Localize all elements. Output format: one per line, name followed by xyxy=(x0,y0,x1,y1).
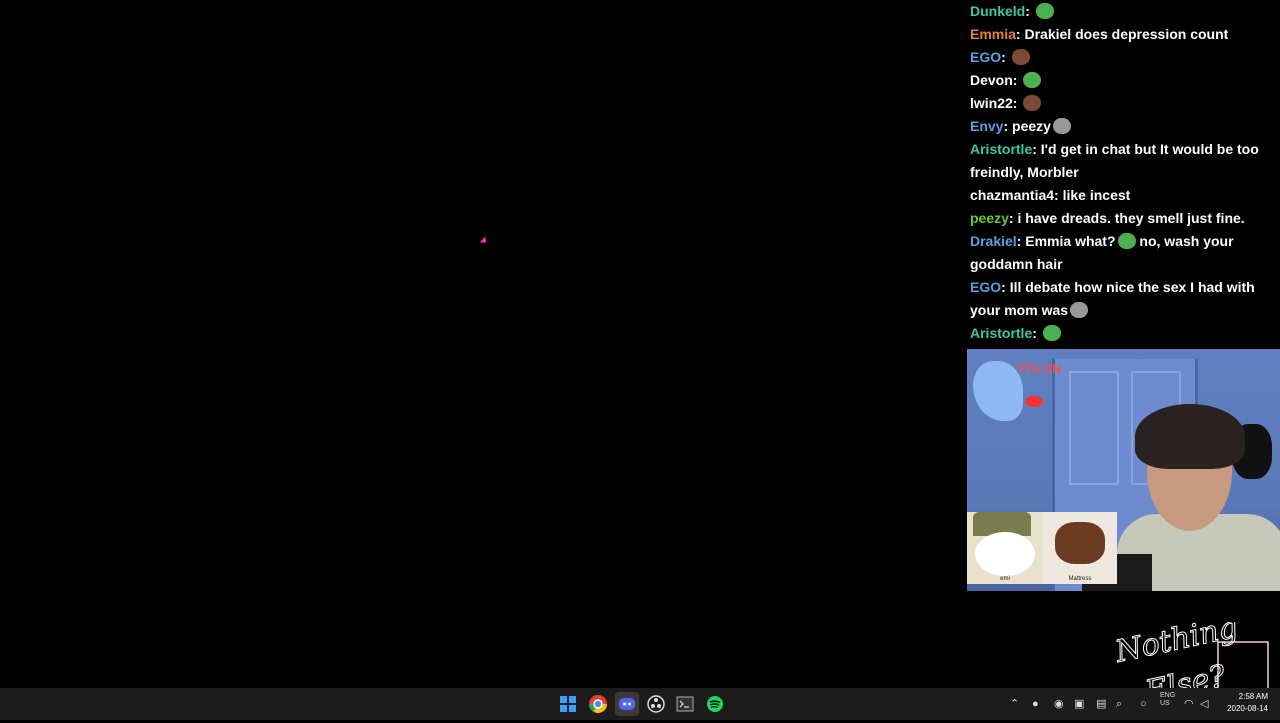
discord-icon[interactable] xyxy=(615,692,639,716)
face-emote-icon xyxy=(1011,49,1030,65)
chat-text: i have dreads. they smell just fine. xyxy=(1017,210,1245,226)
chat-message: Envy: peezy xyxy=(966,115,1280,138)
streamer-hair xyxy=(1135,404,1245,469)
region-code: US xyxy=(1160,700,1170,707)
chat-text: Drakiel does depression count xyxy=(1024,26,1229,42)
chat-text: peezy xyxy=(1012,118,1051,134)
chat-username[interactable]: Aristortle xyxy=(970,325,1032,341)
clock-time: 2:58 AM xyxy=(1238,692,1268,701)
chat-message: Dunkeld: xyxy=(966,0,1280,23)
windows-start-icon[interactable] xyxy=(556,692,580,716)
chat-username[interactable]: Devon xyxy=(970,72,1013,88)
chat-text: like incest xyxy=(1062,187,1131,203)
pepe-emote-icon xyxy=(1035,3,1054,19)
avatar-label: emi xyxy=(1000,576,1010,582)
chat-username[interactable]: Envy xyxy=(970,118,1003,134)
chat-message: Emmia: Drakiel does depression count xyxy=(970,26,1229,42)
chat-message: Aristortle: xyxy=(966,322,1280,345)
tts-blob xyxy=(973,361,1023,421)
chat-username[interactable]: Emmia xyxy=(970,26,1016,42)
system-clock[interactable]: 2:58 AM 2020-08-14 xyxy=(1227,691,1268,715)
webcam-feed: TTS ON emi Mattress xyxy=(967,349,1280,591)
avatar-emi: emi xyxy=(967,512,1043,584)
spotify-icon[interactable] xyxy=(703,692,727,716)
chat-message: EGO: Ill debate how nice the sex I had w… xyxy=(970,279,1255,318)
chat-message: peezy: i have dreads. they smell just fi… xyxy=(970,210,1245,226)
volume-icon[interactable]: ◁ xyxy=(1200,696,1208,712)
tts-label: TTS ON xyxy=(1017,362,1061,376)
avatar-label: Mattress xyxy=(1068,576,1092,582)
chat-username[interactable]: lwin22 xyxy=(970,95,1013,111)
avatar-mattress: Mattress xyxy=(1043,512,1117,584)
chat-text: Emmia what? xyxy=(1025,233,1116,249)
pepe-emote-icon xyxy=(1042,325,1061,341)
chat-username[interactable]: EGO xyxy=(970,49,1001,65)
gun-emote-icon xyxy=(1052,118,1071,134)
language-code: ENG xyxy=(1160,692,1176,699)
chat-username[interactable]: EGO xyxy=(970,279,1001,295)
language-indicator[interactable]: ENG US xyxy=(1160,692,1175,708)
chat-username[interactable]: Drakiel xyxy=(970,233,1017,249)
chat-username[interactable]: chazmantia4 xyxy=(970,187,1054,203)
chat-message: lwin22: xyxy=(966,92,1280,115)
chat-username[interactable]: Aristortle xyxy=(970,141,1032,157)
chat-message: EGO: xyxy=(966,46,1280,69)
chat-message: Aristortle: I'd get in chat but It would… xyxy=(970,141,1259,180)
chat-panel: Dunkeld: Emmia: Drakiel does depression … xyxy=(966,0,1280,350)
wifi-icon[interactable]: ◠ xyxy=(1184,696,1194,712)
tray-chevron-up-icon[interactable]: ⌃ xyxy=(1010,696,1019,712)
tts-indicator xyxy=(1025,396,1043,407)
chrome-icon[interactable] xyxy=(586,692,610,716)
pepe-emote-icon xyxy=(1117,233,1136,249)
chat-message: chazmantia4: like incest xyxy=(970,187,1131,203)
gun-emote-icon xyxy=(1070,302,1089,318)
chat-message: Devon: xyxy=(966,69,1280,92)
obs-icon[interactable] xyxy=(644,692,668,716)
tray-search-icon[interactable]: ⌕ xyxy=(1116,696,1122,712)
mouse-cursor-icon xyxy=(480,236,489,246)
chat-username[interactable]: peezy xyxy=(970,210,1009,226)
game-screen xyxy=(0,0,960,688)
tray-app-icon[interactable]: ▣ xyxy=(1074,696,1084,712)
tray-app-icon[interactable]: ▤ xyxy=(1096,696,1106,712)
clock-date: 2020-08-14 xyxy=(1227,704,1268,713)
chat-username[interactable]: Dunkeld xyxy=(970,3,1025,19)
face-emote-icon xyxy=(1023,95,1042,111)
pepe-emote-icon xyxy=(1023,72,1042,88)
terminal-icon[interactable] xyxy=(673,692,697,716)
chat-message: Drakiel: Emmia what? no, wash your godda… xyxy=(970,233,1234,272)
chat-text: Ill debate how nice the sex I had with y… xyxy=(970,279,1255,318)
taskbar: ⌃ ● ◉ ▣ ▤ ⌕ ○ ENG US ◠ ◁ 2:58 AM 2020-08… xyxy=(0,688,1280,720)
tray-app-icon[interactable]: ○ xyxy=(1140,696,1147,712)
tray-app-icon[interactable]: ◉ xyxy=(1054,696,1064,712)
tray-app-icon[interactable]: ● xyxy=(1032,696,1039,712)
